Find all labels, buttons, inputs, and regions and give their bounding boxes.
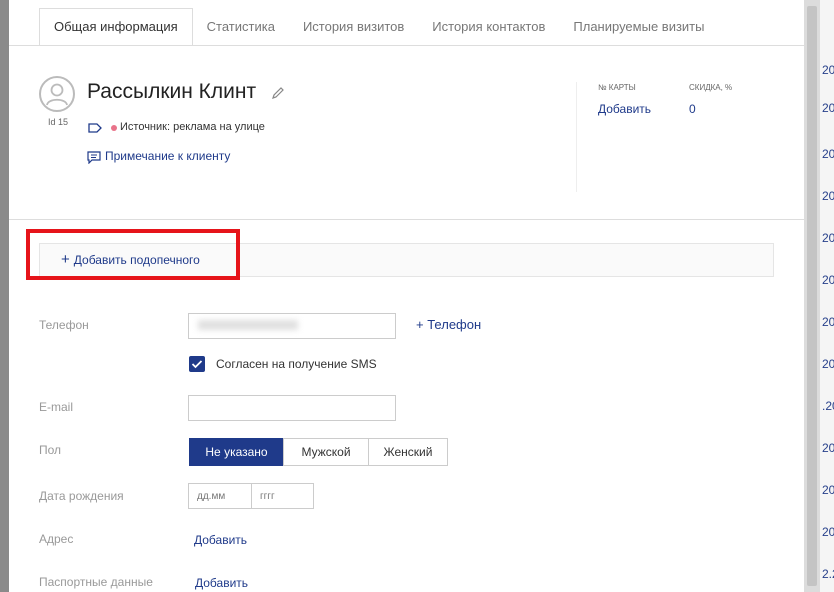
birthdate-label: Дата рождения — [39, 489, 124, 503]
tab-divider — [9, 45, 804, 46]
passport-add-link[interactable]: Добавить — [195, 576, 248, 590]
client-name: Рассылкин Клинт — [87, 80, 257, 103]
background-page-strip: 2020202020202020.202020202.2 — [820, 0, 834, 592]
plus-icon: + — [416, 317, 428, 332]
email-input[interactable] — [188, 395, 396, 421]
add-phone-button[interactable]: + Телефон — [416, 317, 481, 332]
avatar[interactable] — [39, 76, 75, 112]
client-note-link[interactable]: Примечание к клиенту — [105, 149, 230, 163]
gender-option-unspecified[interactable]: Не указано — [189, 438, 284, 466]
email-label: E-mail — [39, 400, 74, 414]
add-phone-label: Телефон — [427, 317, 482, 332]
tag-icon[interactable] — [88, 121, 102, 139]
source-dot — [111, 125, 117, 131]
discount-value[interactable]: 0 — [689, 102, 696, 116]
card-number-add-link[interactable]: Добавить — [598, 102, 651, 116]
passport-label: Паспортные данные — [39, 575, 153, 589]
address-label: Адрес — [39, 532, 74, 546]
client-modal: Общая информация Статистика История визи… — [9, 0, 804, 592]
tab-general-info[interactable]: Общая информация — [39, 8, 193, 46]
gender-option-male[interactable]: Мужской — [283, 438, 369, 466]
tab-contact-history[interactable]: История контактов — [418, 8, 559, 46]
pencil-icon[interactable] — [271, 86, 285, 105]
birth-day-placeholder: дд.мм — [197, 491, 226, 502]
sms-consent-label: Согласен на получение SMS — [216, 357, 377, 371]
gender-label: Пол — [39, 443, 62, 457]
section-divider — [9, 219, 804, 220]
card-number-label: № КАРТЫ — [598, 83, 636, 92]
scrollbar-thumb[interactable] — [807, 6, 817, 586]
highlight-box — [26, 229, 240, 280]
phone-label: Телефон — [39, 318, 89, 332]
comment-icon[interactable] — [87, 150, 101, 169]
check-icon — [191, 360, 203, 369]
vertical-divider — [576, 82, 577, 192]
tab-bar: Общая информация Статистика История визи… — [39, 8, 718, 46]
user-icon — [46, 83, 68, 106]
tab-visit-history[interactable]: История визитов — [289, 8, 418, 46]
client-id: Id 15 — [48, 117, 69, 127]
client-source: Источник: реклама на улице — [120, 121, 265, 133]
birth-year-placeholder: гггг — [260, 491, 275, 502]
discount-label: СКИДКА, % — [689, 83, 733, 92]
address-add-link[interactable]: Добавить — [194, 533, 247, 547]
tab-planned-visits[interactable]: Планируемые визиты — [559, 8, 718, 46]
sms-consent-checkbox[interactable] — [189, 356, 205, 372]
phone-value-blurred — [198, 320, 298, 330]
tab-statistics[interactable]: Статистика — [193, 8, 289, 46]
gender-option-female[interactable]: Женский — [368, 438, 448, 466]
modal-scrollbar[interactable] — [804, 0, 820, 592]
